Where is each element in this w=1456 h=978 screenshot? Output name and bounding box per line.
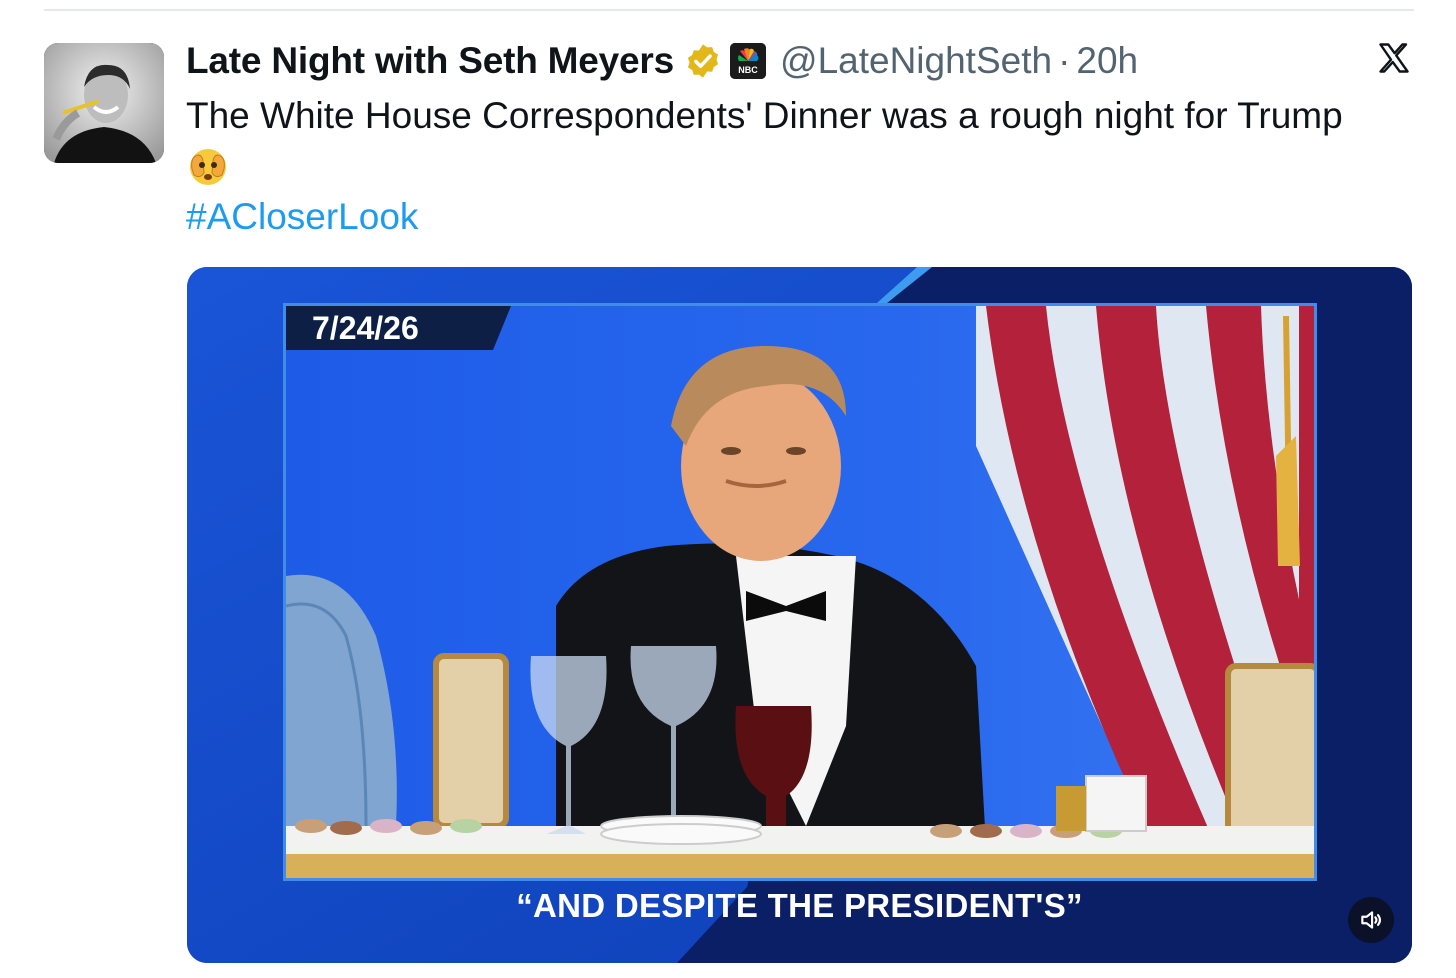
video-still [286,306,1314,878]
x-logo-icon[interactable] [1376,40,1412,76]
face-with-peeking-eye-icon [186,147,230,187]
video-frame: 7/24/26 [283,303,1317,881]
mute-button[interactable] [1348,897,1394,943]
avatar-image [44,43,164,163]
timestamp[interactable]: 20h [1076,40,1138,82]
date-overlay: 7/24/26 [286,306,511,350]
handle[interactable]: @LateNightSeth [780,40,1052,82]
speaker-muted-icon [1361,911,1382,929]
hashtag-link[interactable]: #ACloserLook [186,196,418,238]
video-player[interactable]: 7/24/26 “AND DESPITE THE PRESIDENT'S” [187,267,1412,963]
tweet-header: Late Night with Seth Meyers NBC @LateNig… [186,36,1138,86]
tweet-page: Late Night with Seth Meyers NBC @LateNig… [0,0,1456,978]
nbc-label: NBC [738,65,758,75]
dot-separator: · [1058,40,1071,81]
display-name[interactable]: Late Night with Seth Meyers [186,40,674,82]
top-divider [44,9,1414,11]
verified-badge-icon[interactable] [684,42,722,80]
tweet-text: The White House Correspondents' Dinner w… [186,95,1343,136]
avatar[interactable] [44,43,164,163]
nbc-affiliate-icon[interactable]: NBC [730,43,767,79]
video-caption: “AND DESPITE THE PRESIDENT'S” [516,887,1083,924]
